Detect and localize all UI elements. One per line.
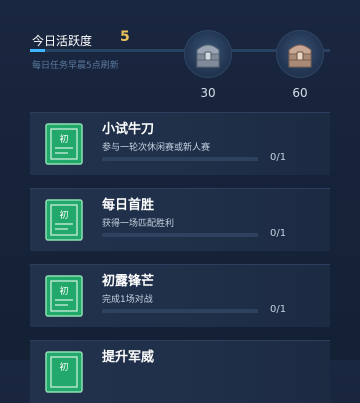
activity-value: 5 xyxy=(120,29,130,45)
task-description: 完成1场对战 xyxy=(102,295,153,305)
task-icon-label: 初 xyxy=(59,285,68,297)
task-progress-text: 0/1 xyxy=(270,304,287,315)
activity-header: 今日活跃度 5 每日任务早晨5点刷新 30 60 xyxy=(0,0,360,108)
silver-chest-icon xyxy=(196,44,220,68)
task-title: 每日首胜 xyxy=(102,198,155,213)
task-progress-bar xyxy=(102,157,258,161)
task-scroll-icon: 初 xyxy=(45,123,83,165)
refresh-note: 每日任务早晨5点刷新 xyxy=(32,61,119,71)
activity-label: 今日活跃度 xyxy=(32,34,93,48)
task-progress-bar xyxy=(102,233,258,237)
activity-progress-fill xyxy=(30,49,45,52)
task-row[interactable]: 初 小试牛刀 参与一轮次休闲赛或新人赛 0/1 xyxy=(30,112,330,175)
task-scroll-icon: 初 xyxy=(45,351,83,393)
chest-reward-2[interactable] xyxy=(276,30,324,78)
task-scroll-icon: 初 xyxy=(45,199,83,241)
task-title: 初露锋芒 xyxy=(102,274,155,289)
task-description: 参与一轮次休闲赛或新人赛 xyxy=(102,143,211,153)
task-progress-text: 0/1 xyxy=(270,152,287,163)
task-icon-label: 初 xyxy=(59,133,68,145)
task-icon-label: 初 xyxy=(59,209,68,221)
task-description: 获得一场匹配胜利 xyxy=(102,219,175,229)
task-title: 小试牛刀 xyxy=(102,122,155,137)
task-progress-bar xyxy=(102,309,258,313)
chest-threshold-2: 60 xyxy=(292,86,308,100)
task-icon-label: 初 xyxy=(59,361,68,373)
task-row[interactable]: 初 提升军威 xyxy=(30,340,330,403)
task-row[interactable]: 初 每日首胜 获得一场匹配胜利 0/1 xyxy=(30,188,330,251)
task-progress-text: 0/1 xyxy=(270,228,287,239)
task-row[interactable]: 初 初露锋芒 完成1场对战 0/1 xyxy=(30,264,330,327)
task-scroll-icon: 初 xyxy=(45,275,83,317)
task-title: 提升军威 xyxy=(102,350,155,365)
chest-threshold-1: 30 xyxy=(200,86,216,100)
chest-reward-1[interactable] xyxy=(184,30,232,78)
gold-chest-icon xyxy=(288,44,312,68)
